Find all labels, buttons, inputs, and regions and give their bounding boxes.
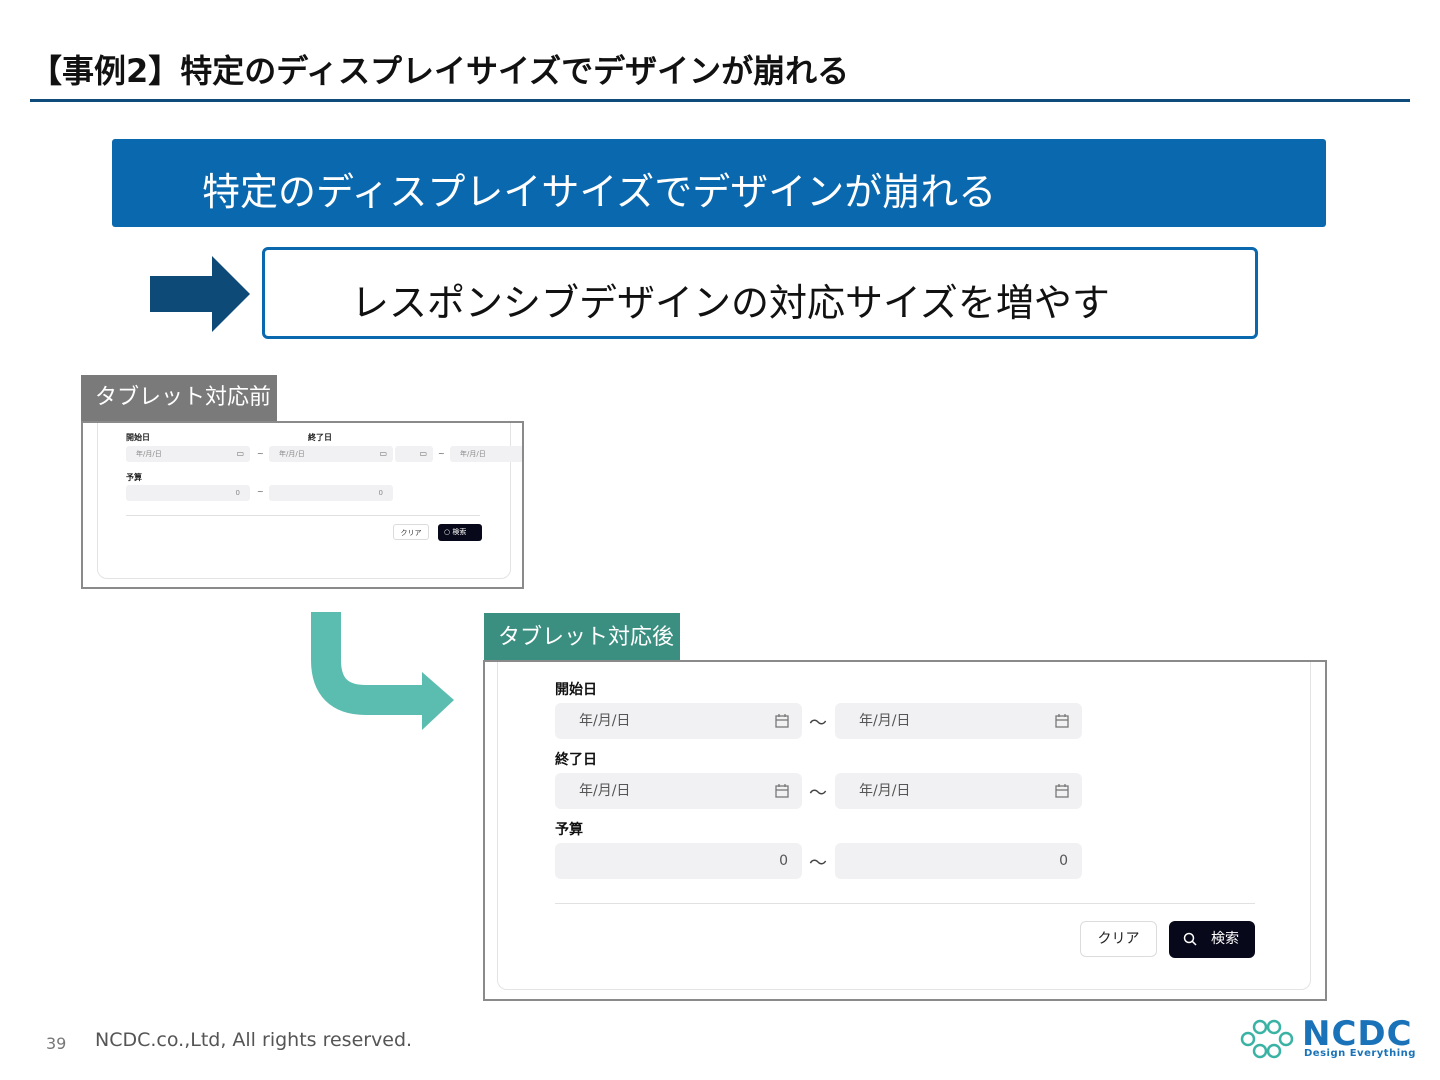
ncdc-logo-icon [1240,1019,1294,1059]
before-clear-button[interactable]: クリア [393,524,429,540]
after-end-label: 終了日 [555,752,597,768]
solution-text: レスポンシブデザインの対応サイズを増やす [351,281,1110,325]
curved-arrow-icon [311,612,454,730]
before-tilde-3: ~ [257,487,264,496]
before-start-from-placeholder: 年/月/日 [136,450,162,458]
problem-text: 特定のディスプレイサイズでデザインが崩れる [202,170,997,214]
solution-box: レスポンシブデザインの対応サイズを増やす [262,247,1258,339]
after-divider [555,903,1255,904]
before-tab-label: タブレット対応前 [81,375,277,422]
copyright-text: NCDC.co.,Ltd, All rights reserved. [95,1029,413,1051]
before-search-label: 検索 [452,528,467,536]
before-search-button[interactable]: ○ 検索 [438,524,482,541]
before-end-from-overflow-input[interactable]: ▭ [395,446,433,462]
after-start-from-input[interactable]: 年/月/日 [555,703,802,739]
after-start-label: 開始日 [555,682,597,698]
after-tab-label: タブレット対応後 [484,613,680,662]
calendar-icon: ▭ [236,449,244,458]
before-end-to-placeholder: 年/月/日 [460,450,486,458]
after-start-to-placeholder: 年/月/日 [859,713,911,729]
calendar-icon: ▭ [379,449,387,458]
before-budget-from-input[interactable]: 0 [126,485,250,501]
after-tilde-3: 〜 [809,853,827,874]
before-screenshot: 開始日 終了日 年/月/日 ▭ ~ 年/月/日 ▭ ▭ ~ 年/月/日 予算 0 ~… [81,421,524,589]
before-tilde-2: ~ [438,449,445,458]
after-budget-label: 予算 [555,822,583,838]
after-search-label: 検索 [1211,931,1239,947]
before-start-label: 開始日 [126,433,150,442]
before-budget-to-input[interactable]: 0 [269,485,393,501]
after-end-to-placeholder: 年/月/日 [859,783,911,799]
after-tilde-2: 〜 [809,783,827,804]
arrow-right-icon [150,256,250,332]
before-budget-label: 予算 [126,473,142,482]
calendar-icon [1055,784,1069,798]
page-number: 39 [46,1034,67,1053]
search-icon [1183,932,1197,946]
after-end-to-input[interactable]: 年/月/日 [835,773,1082,809]
after-clear-button[interactable]: クリア [1080,921,1157,957]
after-budget-to-input[interactable]: 0 [835,843,1082,879]
before-start-to-placeholder: 年/月/日 [279,450,305,458]
before-end-to-input-clipped[interactable]: 年/月/日 [450,446,522,462]
problem-banner: 特定のディスプレイサイズでデザインが崩れる [112,139,1326,227]
after-screenshot: 開始日 年/月/日 〜 年/月/日 終了日 年/月/日 〜 年/月/日 予算 0… [483,660,1327,1001]
title-underline [30,99,1410,102]
before-start-to-input[interactable]: 年/月/日 ▭ [269,446,393,462]
calendar-icon [775,784,789,798]
calendar-icon [1055,714,1069,728]
calendar-icon: ▭ [419,449,427,458]
after-end-from-placeholder: 年/月/日 [579,783,631,799]
before-tilde-1: ~ [257,449,264,458]
logo-tagline: Design Everything [1304,1048,1416,1059]
before-divider [126,515,480,516]
page-title: 【事例2】特定のディスプレイサイズでデザインが崩れる [30,52,850,90]
after-start-from-placeholder: 年/月/日 [579,713,631,729]
after-tilde-1: 〜 [809,713,827,734]
before-form-card: 開始日 終了日 年/月/日 ▭ ~ 年/月/日 ▭ ▭ ~ 年/月/日 予算 0 ~… [97,423,522,579]
after-budget-from-input[interactable]: 0 [555,843,802,879]
before-start-from-input[interactable]: 年/月/日 ▭ [126,446,250,462]
after-search-button[interactable]: 検索 [1169,921,1255,958]
after-start-to-input[interactable]: 年/月/日 [835,703,1082,739]
calendar-icon [775,714,789,728]
after-end-from-input[interactable]: 年/月/日 [555,773,802,809]
before-end-label: 終了日 [308,433,332,442]
